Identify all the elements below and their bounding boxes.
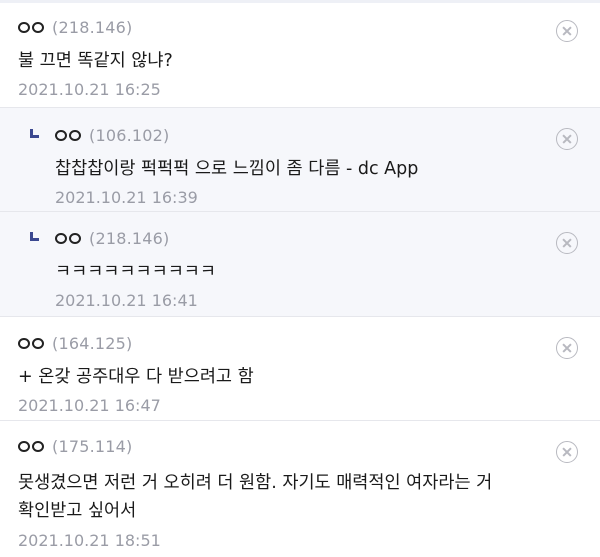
reply-item: (218.146) ㅋㅋㅋㅋㅋㅋㅋㅋㅋㅋ 2021.10.21 16:41 [0,212,600,317]
close-circle-icon[interactable] [556,232,578,254]
ip-address: (106.102) [89,125,170,145]
close-circle-icon[interactable] [556,441,578,463]
comment-date: 2021.10.21 18:51 [18,531,161,550]
close-circle-icon[interactable] [556,337,578,359]
comment-text: + 온갖 공주대우 다 받으려고 함 [18,367,254,387]
nickname[interactable] [18,21,44,33]
nickname[interactable] [55,129,81,141]
comment-date: 2021.10.21 16:47 [18,396,161,415]
nickname-glyph [55,129,67,141]
comment-text: 못생겼으면 저런 거 오히려 더 원함. 자기도 매력적인 여자라는 거 확인받… [18,473,493,521]
comment-thread: (218.146) 불 끄면 똑같지 않냐? 2021.10.21 16:25 … [0,0,600,557]
comment-item: (175.114) 못생겼으면 저런 거 오히려 더 원함. 자기도 매력적인 … [0,421,600,557]
comment-text: ㅋㅋㅋㅋㅋㅋㅋㅋㅋㅋ [55,262,216,282]
reply-arrow-icon [30,129,39,138]
comment-item: (218.146) 불 끄면 똑같지 않냐? 2021.10.21 16:25 [0,3,600,108]
nickname-glyph [32,21,44,33]
nickname-glyph [32,337,44,349]
nickname-glyph [69,232,81,244]
reply-arrow-icon [30,232,39,241]
nickname-glyph [18,440,30,452]
comment-author-line: (106.102) [55,124,540,146]
close-circle-icon[interactable] [556,20,578,42]
ip-address: (175.114) [52,436,133,456]
comment-author-line: (218.146) [55,227,540,249]
comment-author-line: (175.114) [18,435,540,457]
nickname[interactable] [18,440,44,452]
reply-item: (106.102) 찹찹찹이랑 퍽퍽퍽 으로 느낌이 좀 다름 - dc App… [0,108,600,212]
nickname[interactable] [55,232,81,244]
comment-author-line: (218.146) [18,16,540,38]
ip-address: (218.146) [89,228,170,248]
comment-item: (164.125) + 온갖 공주대우 다 받으려고 함 2021.10.21 … [0,317,600,421]
comment-date: 2021.10.21 16:39 [55,188,198,207]
nickname-glyph [32,440,44,452]
ip-address: (218.146) [52,17,133,37]
comment-author-line: (164.125) [18,332,540,354]
comment-text: 찹찹찹이랑 퍽퍽퍽 으로 느낌이 좀 다름 - dc App [55,159,419,179]
nickname-glyph [69,129,81,141]
comment-date: 2021.10.21 16:25 [18,80,161,99]
close-circle-icon[interactable] [556,128,578,150]
comment-date: 2021.10.21 16:41 [55,291,198,310]
nickname[interactable] [18,337,44,349]
nickname-glyph [55,232,67,244]
nickname-glyph [18,337,30,349]
comment-text: 불 끄면 똑같지 않냐? [18,51,173,71]
ip-address: (164.125) [52,333,133,353]
nickname-glyph [18,21,30,33]
